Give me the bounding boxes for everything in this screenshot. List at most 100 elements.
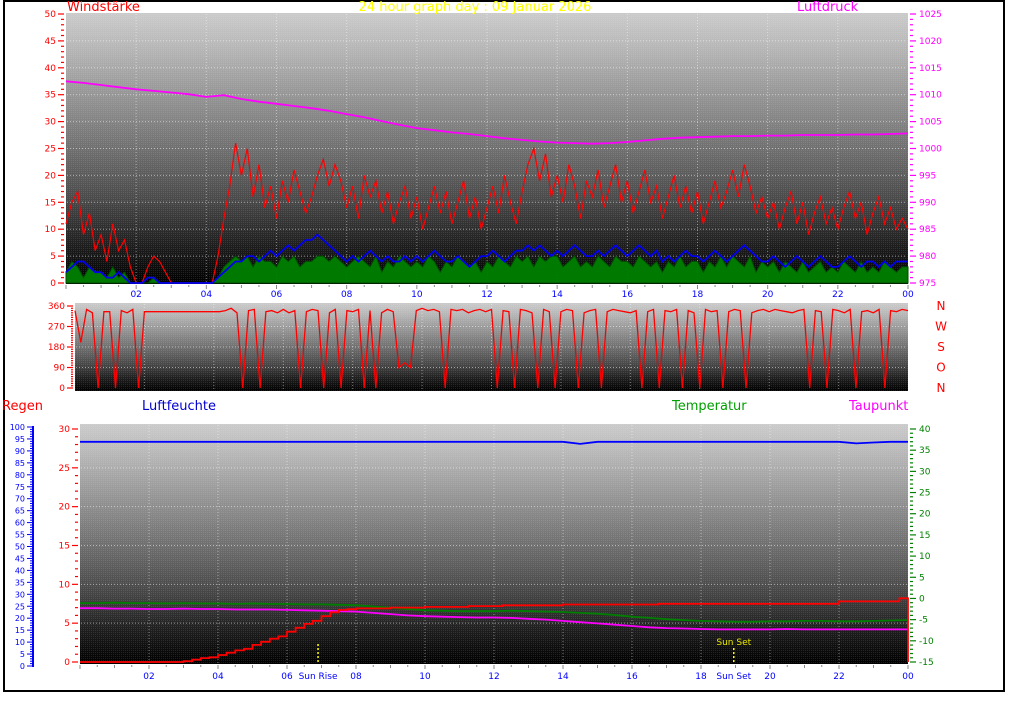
humidity-axis-label: 65 <box>15 507 25 516</box>
rain-axis-label: 0 <box>64 658 70 668</box>
hour-label: 02 <box>130 290 141 300</box>
wind-axis-label: 20 <box>45 171 57 181</box>
graph-title: 24 hour graph day : 09 Januar 2026 <box>330 1 620 15</box>
temp-axis-label: 20 <box>919 510 931 520</box>
hour-label: 06 <box>281 672 293 682</box>
humidity-axis-label: 50 <box>15 543 25 552</box>
rain-axis-label: 25 <box>59 464 70 474</box>
rain-axis-label: 20 <box>59 503 71 513</box>
hour-label: 14 <box>557 672 569 682</box>
windstaerke-label: Windstärke <box>67 1 140 15</box>
direction-axis-label: 180 <box>48 343 65 353</box>
temp-axis-label: 35 <box>919 446 930 456</box>
wind-axis-label: 25 <box>45 145 56 155</box>
humidity-axis-label: 30 <box>15 590 25 599</box>
hour-label: 08 <box>350 672 362 682</box>
hour-label: 18 <box>695 672 707 682</box>
hour-label: 12 <box>481 290 492 300</box>
hour-label: 04 <box>212 672 224 682</box>
rain-axis-label: 15 <box>59 542 70 552</box>
compass-letter: O <box>936 361 945 375</box>
hour-label: 10 <box>419 672 431 682</box>
humidity-axis-label: 25 <box>15 602 25 611</box>
hour-label: 04 <box>201 290 213 300</box>
humidity-axis-label: 0 <box>20 662 25 671</box>
rain-axis-label: 10 <box>59 580 71 590</box>
rain-axis-label: 5 <box>64 619 70 629</box>
temp-axis-label: -15 <box>919 658 934 668</box>
taupunkt-label: Taupunkt <box>849 400 908 414</box>
temp-axis-label: -10 <box>919 637 934 647</box>
hour-label: 22 <box>832 290 843 300</box>
humidity-axis-label: 80 <box>15 471 25 480</box>
rain-axis-label: 30 <box>59 425 71 435</box>
temp-axis-label: 25 <box>919 489 930 499</box>
humidity-axis-label: 20 <box>15 614 25 623</box>
sunset-axis-label: Sun Set <box>716 672 751 682</box>
pressure-axis-label: 1020 <box>919 37 942 47</box>
humidity-axis-label: 60 <box>15 519 25 528</box>
hour-label: 08 <box>341 290 353 300</box>
temp-axis-label: 10 <box>919 552 931 562</box>
humidity-axis-label: 10 <box>15 638 25 647</box>
compass-letter: N <box>937 381 946 395</box>
sunset-chart-label: Sun Set <box>716 638 751 648</box>
humidity-axis-label: 55 <box>15 531 25 540</box>
pressure-axis-label: 1005 <box>919 118 942 128</box>
hour-label: 20 <box>762 290 774 300</box>
humidity-axis-label: 85 <box>15 459 25 468</box>
regen-label: Regen <box>2 400 43 414</box>
direction-axis-label: 360 <box>48 302 65 312</box>
hour-label: 12 <box>488 672 499 682</box>
humidity-axis-label: 70 <box>15 495 25 504</box>
hour-label: 20 <box>764 672 776 682</box>
wind-axis-label: 45 <box>45 37 56 47</box>
humidity-axis-label: 35 <box>15 578 25 587</box>
humidity-axis-label: 95 <box>15 435 25 444</box>
temperatur-label: Temperatur <box>672 400 747 414</box>
hour-label: 00 <box>902 290 914 300</box>
sunrise-axis-label: Sun Rise <box>299 672 338 682</box>
pressure-axis-label: 1010 <box>919 91 942 101</box>
pressure-axis-label: 1025 <box>919 10 942 20</box>
compass-letter: S <box>937 340 945 354</box>
wind-axis-label: 10 <box>45 225 57 235</box>
temp-axis-label: 30 <box>919 467 931 477</box>
humidity-axis-label: 5 <box>20 650 25 659</box>
charts-canvas: 5045403530252015105010251020101510101005… <box>3 0 1005 692</box>
hour-label: 02 <box>143 672 154 682</box>
direction-axis-label: 270 <box>48 323 65 333</box>
temp-axis-label: 15 <box>919 531 930 541</box>
hour-label: 06 <box>271 290 283 300</box>
compass-letter: W <box>935 320 947 334</box>
humidity-axis-label: 75 <box>15 483 25 492</box>
luftfeuchte-label: Luftfeuchte <box>142 400 216 414</box>
temp-axis-label: -5 <box>919 616 928 626</box>
temp-axis-label: 5 <box>919 573 925 583</box>
hour-label: 10 <box>411 290 423 300</box>
luftdruck-label: Luftdruck <box>797 1 858 15</box>
direction-axis-label: 90 <box>54 364 66 374</box>
hour-label: 16 <box>622 290 634 300</box>
humidity-chart-bg-texture <box>80 424 908 664</box>
temp-axis-label: 0 <box>919 594 925 604</box>
hour-label: 18 <box>692 290 704 300</box>
compass-letter: N <box>937 299 946 313</box>
wind-axis-label: 0 <box>50 279 56 289</box>
wind-axis-label: 15 <box>45 198 56 208</box>
weather-graph-window: 5045403530252015105010251020101510101005… <box>0 0 1024 705</box>
humidity-axis-label: 90 <box>15 447 25 456</box>
pressure-axis-label: 975 <box>919 279 936 289</box>
wind-axis-label: 40 <box>45 64 57 74</box>
pressure-axis-label: 995 <box>919 171 936 181</box>
wind-axis-label: 5 <box>50 252 56 262</box>
hour-label: 14 <box>551 290 563 300</box>
pressure-axis-label: 990 <box>919 198 936 208</box>
pressure-axis-label: 980 <box>919 252 936 262</box>
pressure-axis-label: 985 <box>919 225 936 235</box>
wind-axis-label: 30 <box>45 118 57 128</box>
wind-axis-label: 50 <box>45 10 57 20</box>
humidity-axis-label: 40 <box>15 566 25 575</box>
humidity-axis-label: 45 <box>15 554 25 563</box>
humidity-axis-label: 100 <box>10 423 25 432</box>
